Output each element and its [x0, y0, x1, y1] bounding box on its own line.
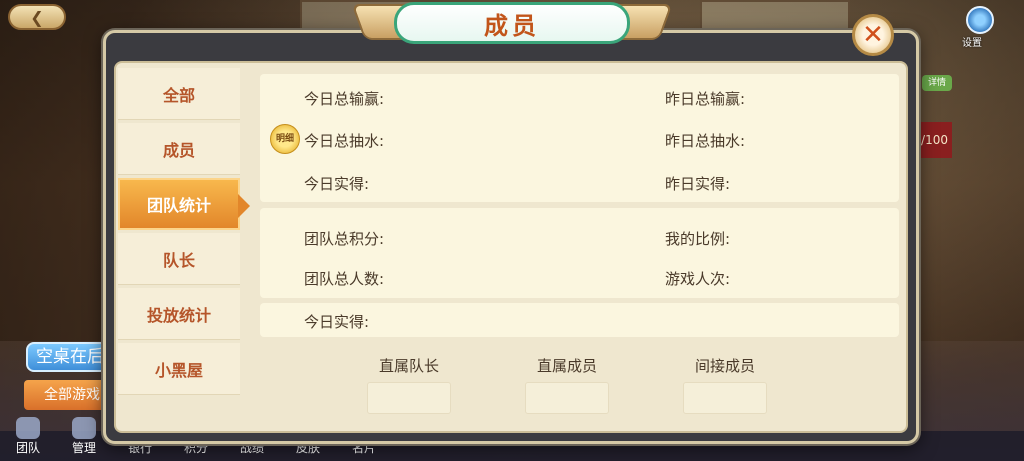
tab-all[interactable]: 全部	[118, 68, 240, 120]
modal-title: 成员	[484, 11, 540, 40]
tab-delivery-stats[interactable]: 投放统计	[118, 288, 240, 340]
close-button[interactable]: ✕	[852, 14, 894, 56]
modal-title-plaque: 成员	[351, 0, 673, 50]
details-badge[interactable]: 详情	[922, 75, 952, 91]
nav-label: 管理	[71, 441, 96, 455]
manage-icon	[72, 417, 96, 439]
tab-blacklist[interactable]: 小黑屋	[118, 343, 240, 395]
direct-members-value	[525, 382, 609, 414]
yesterday-actual-label: 昨日实得:	[665, 175, 731, 193]
detail-button[interactable]: 明细	[270, 124, 300, 154]
direct-members-header: 直属成员	[536, 357, 597, 375]
team-total-points-label: 团队总积分:	[304, 230, 385, 248]
indirect-members-value	[683, 382, 767, 414]
tab-team-stats[interactable]: 团队统计	[118, 178, 250, 230]
today-actual-label: 今日实得:	[304, 175, 370, 193]
today-total-draw-label: 今日总抽水:	[304, 132, 385, 150]
settings-label: 设置	[962, 38, 982, 49]
my-ratio-label: 我的比例:	[665, 230, 731, 248]
direct-captain-value	[367, 382, 451, 414]
game-plays-label: 游戏人次:	[665, 270, 731, 288]
indirect-members-header: 间接成员	[694, 357, 755, 375]
tab-list: 全部 成员 团队统计 队长 投放统计 小黑屋	[118, 68, 250, 398]
modal-title-frame: 成员	[394, 2, 630, 44]
nav-item-team[interactable]: 团队	[0, 415, 56, 461]
back-button[interactable]: ❮	[8, 4, 66, 30]
direct-captain-header: 直属队长	[378, 357, 439, 375]
today-actual-summary-label: 今日实得:	[304, 313, 370, 331]
back-arrow-icon: ❮	[30, 7, 44, 27]
settings-button[interactable]: 设置	[962, 6, 998, 49]
today-total-winloss-label: 今日总输赢:	[304, 90, 385, 108]
nav-label: 团队	[15, 441, 40, 455]
yesterday-total-draw-label: 昨日总抽水:	[665, 132, 746, 150]
tab-captain[interactable]: 队长	[118, 233, 240, 285]
close-icon: ✕	[862, 20, 884, 50]
team-total-members-label: 团队总人数:	[304, 270, 385, 288]
tab-members[interactable]: 成员	[118, 123, 240, 175]
gear-icon	[966, 6, 994, 34]
yesterday-total-winloss-label: 昨日总输赢:	[665, 90, 746, 108]
team-icon	[16, 417, 40, 439]
